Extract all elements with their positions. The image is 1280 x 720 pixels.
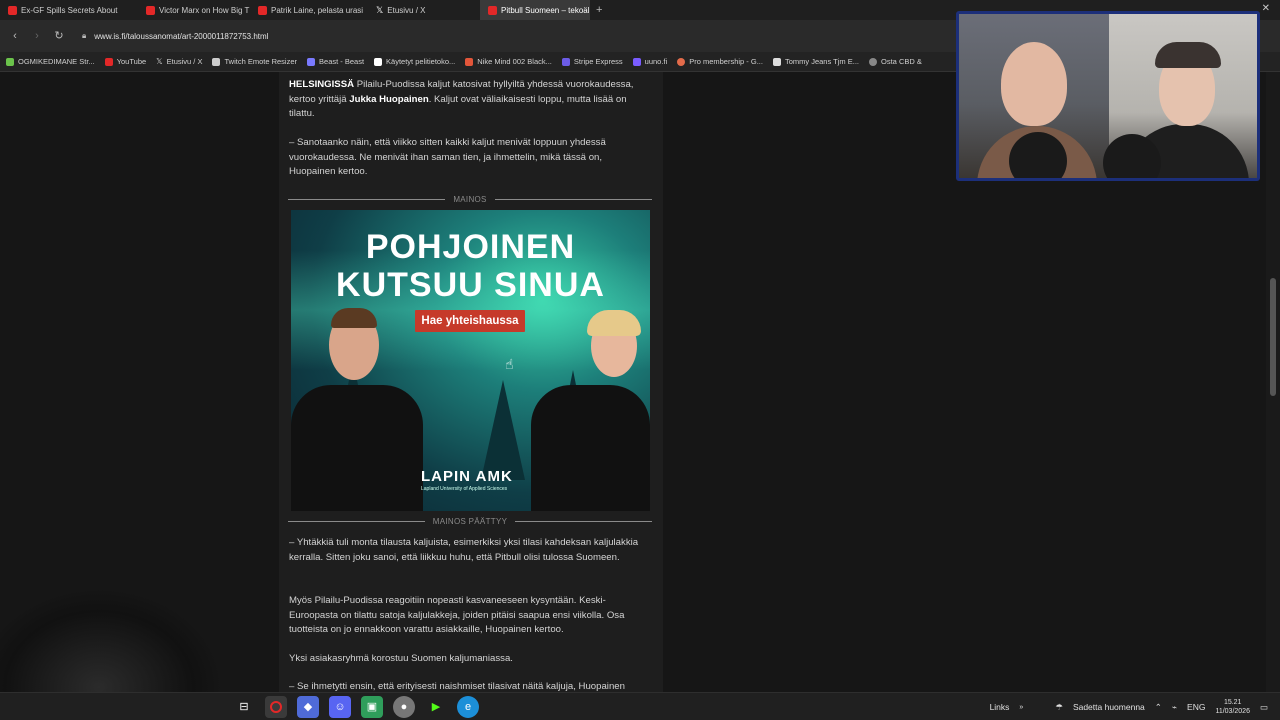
tab-1[interactable]: Ex-GF Spills Secrets About xyxy=(0,0,138,20)
article-paragraph-6: – Se ihmetytti ensin, että erityisesti n… xyxy=(289,681,625,692)
n-logo-icon xyxy=(374,57,383,66)
weather-rain-icon: ☂ xyxy=(1055,701,1063,712)
news-site-icon xyxy=(488,5,497,15)
youtube-icon xyxy=(104,57,113,66)
webcam-feed-right xyxy=(1103,14,1257,178)
bookmark-item[interactable]: Stripe Express xyxy=(561,57,623,66)
windows-taskbar: ⊟ ◆ ☺ ▣ ● ▶ e Links » ☂ Sadetta huomenna… xyxy=(0,692,1280,720)
bookmark-item[interactable]: Tommy Jeans Tjm E... xyxy=(772,57,859,66)
chevron-up-icon[interactable]: ⌃ xyxy=(1155,702,1162,713)
page-scrollbar[interactable] xyxy=(1266,72,1280,692)
bookmark-icon xyxy=(307,57,316,66)
article-paragraph-3: – Yhtäkkiä tuli monta tilausta kaljuista… xyxy=(289,537,639,563)
bookmark-item[interactable]: Osta CBD & xyxy=(869,57,922,66)
url-field[interactable]: www.is.fi/taloussanomat/art-200001187275… xyxy=(94,32,268,41)
article-body: HELSINGISSÄ Pilailu-Puodissa kaljut kato… xyxy=(279,72,663,692)
tab-title: Pitbull Suomeen – tekoäl xyxy=(501,5,590,15)
scrollbar-thumb[interactable] xyxy=(1270,278,1276,396)
x-logo-icon: 𝕏 xyxy=(156,57,163,66)
tab-5-active[interactable]: Pitbull Suomeen – tekoäl xyxy=(480,0,590,20)
ad-brand-logo: LAPIN AMK xyxy=(421,468,513,485)
edge-browser-icon[interactable]: e xyxy=(457,695,479,718)
chevron-icon[interactable]: » xyxy=(1019,704,1023,711)
ad-headline: POHJOINEN KUTSUU SINUA xyxy=(336,228,605,304)
tab-title: Victor Marx on How Big T xyxy=(159,5,250,15)
article-paragraph-4: Myös Pilailu-Puodissa reagoitiin nopeast… xyxy=(289,595,625,635)
ad-cta-button[interactable]: Hae yhteishaussa xyxy=(415,310,525,332)
bookmark-item[interactable]: OGMIKEDIMANE Str... xyxy=(6,57,95,66)
article-paragraph-1: HELSINGISSÄ Pilailu-Puodissa kaljut kato… xyxy=(289,79,634,119)
tab-title: Etusivu / X xyxy=(387,5,426,15)
article-paragraph-2: – Sanotaanko näin, että viikko sitten ka… xyxy=(289,137,606,177)
bookmark-item[interactable]: Beast - Beast xyxy=(307,57,364,66)
webcam-overlay xyxy=(956,11,1260,181)
clock[interactable]: 15.21 11/03/2026 xyxy=(1215,698,1250,716)
weather-text[interactable]: Sadetta huomenna xyxy=(1073,702,1145,712)
language-indicator[interactable]: ENG xyxy=(1187,702,1205,712)
forward-icon[interactable]: › xyxy=(28,27,46,45)
back-icon[interactable]: ‹ xyxy=(6,27,24,45)
bookmark-item[interactable]: Twitch Emote Resizer xyxy=(212,57,297,66)
network-icon[interactable]: ⌁ xyxy=(1172,702,1177,713)
page-icon xyxy=(212,57,221,66)
youtube-icon xyxy=(146,5,155,15)
article-paragraph-5: Yksi asiakasryhmä korostuu Suomen kaljum… xyxy=(289,653,513,664)
notifications-icon[interactable]: ▭ xyxy=(1260,702,1268,713)
bookmark-item[interactable]: uuno.fi xyxy=(632,57,667,66)
bookmark-item[interactable]: 𝕏 Etusivu / X xyxy=(156,57,202,66)
bookmark-item[interactable]: YouTube xyxy=(104,57,146,66)
tab-title: Patrik Laine, pelasta urasi xyxy=(271,5,364,15)
bookmark-icon xyxy=(772,57,781,66)
bookmark-item[interactable]: Nike Mind 002 Black... xyxy=(465,57,552,66)
nike-icon xyxy=(465,57,474,66)
ad-label: MAINOS xyxy=(288,193,653,205)
bookmark-item[interactable]: Käytetyt pelitietoko... xyxy=(374,57,455,66)
links-toolbar[interactable]: Links xyxy=(990,702,1010,712)
mouse-cursor-icon: ☝︎ xyxy=(505,356,514,372)
advertisement-banner[interactable]: POHJOINEN KUTSUU SINUA Hae yhteishaussa … xyxy=(291,210,650,511)
youtube-icon xyxy=(8,5,17,15)
system-tray: Links » ☂ Sadetta huomenna ⌃ ⌁ ENG 15.21… xyxy=(990,693,1280,720)
x-logo-icon: 𝕏 xyxy=(376,4,384,15)
streaming-app-icon[interactable]: ▶ xyxy=(425,696,447,718)
app-icon[interactable]: ▣ xyxy=(361,695,383,718)
obs-icon[interactable]: ● xyxy=(393,695,415,718)
reload-icon[interactable]: ↻ xyxy=(50,27,68,45)
figma-icon[interactable]: ◆ xyxy=(297,695,319,718)
discord-icon[interactable]: ☺ xyxy=(329,695,351,718)
task-view-icon[interactable]: ⊟ xyxy=(233,696,255,718)
bookmark-icon xyxy=(632,57,641,66)
bookmark-icon xyxy=(6,57,14,66)
opera-browser-icon[interactable] xyxy=(265,695,287,718)
lock-icon: 🔒︎ xyxy=(82,31,87,40)
bookmark-icon xyxy=(869,57,878,66)
location-pin-icon xyxy=(677,57,686,66)
webcam-feed-left xyxy=(959,14,1109,178)
ad-brand-subtitle: Lapland University of Applied Sciences xyxy=(421,486,508,492)
stripe-icon xyxy=(561,57,570,66)
tab-3[interactable]: Patrik Laine, pelasta urasi xyxy=(250,0,368,20)
tab-4[interactable]: 𝕏 Etusivu / X xyxy=(368,0,480,20)
youtube-icon xyxy=(258,5,267,15)
tab-title: Ex-GF Spills Secrets About xyxy=(21,5,118,15)
tree-shape xyxy=(481,380,525,480)
bookmark-item[interactable]: Pro membership - G... xyxy=(677,57,763,66)
ad-end-label: MAINOS PÄÄTTYY xyxy=(288,515,652,527)
window-controls[interactable]: ✕ xyxy=(1262,3,1270,14)
new-tab-button[interactable]: + xyxy=(590,4,608,16)
tab-2[interactable]: Victor Marx on How Big T xyxy=(138,0,250,20)
